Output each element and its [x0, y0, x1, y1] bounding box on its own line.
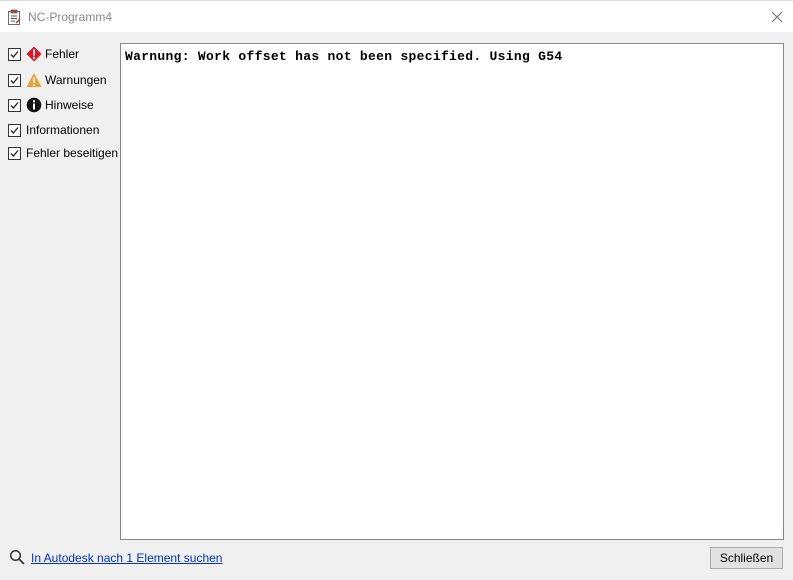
filter-debugging[interactable]: Fehler beseitigen	[8, 144, 118, 162]
error-icon	[26, 46, 42, 62]
dialog-window: NC-Programm4 Fehler Warnungen Hinweise I…	[0, 0, 793, 580]
checkmark-icon	[10, 149, 19, 157]
search-icon	[9, 549, 25, 565]
checkmark-icon	[10, 101, 19, 109]
checkmark-icon	[10, 50, 19, 58]
info-icon	[26, 97, 42, 113]
checkmark-icon	[10, 126, 19, 134]
title-bar: NC-Programm4	[0, 0, 793, 32]
filter-hints-label: Hinweise	[45, 98, 94, 112]
filter-warnings-label: Warnungen	[45, 73, 107, 87]
filter-hints-checkbox[interactable]	[8, 98, 21, 112]
search-autodesk-link[interactable]: In Autodesk nach 1 Element suchen	[31, 551, 222, 565]
filter-errors[interactable]: Fehler	[8, 45, 79, 63]
window-title: NC-Programm4	[28, 10, 113, 24]
filter-warnings-checkbox[interactable]	[8, 73, 21, 87]
close-button[interactable]: Schließen	[710, 547, 783, 569]
filter-hints[interactable]: Hinweise	[8, 96, 94, 114]
filter-information[interactable]: Informationen	[8, 121, 99, 139]
filter-errors-label: Fehler	[45, 47, 80, 61]
close-icon	[771, 11, 783, 22]
filter-information-label: Informationen	[26, 123, 100, 137]
clipboard-icon	[7, 9, 21, 25]
filter-errors-checkbox[interactable]	[8, 47, 21, 61]
filter-warnings[interactable]: Warnungen	[8, 71, 107, 89]
window-close-button[interactable]	[761, 1, 793, 32]
warning-icon	[26, 73, 42, 87]
filter-debugging-label: Fehler beseitigen	[26, 146, 119, 160]
filter-debugging-checkbox[interactable]	[8, 146, 21, 160]
filter-information-checkbox[interactable]	[8, 123, 21, 137]
message-line[interactable]: Warnung: Work offset has not been specif…	[125, 49, 779, 64]
checkmark-icon	[10, 76, 19, 84]
message-list[interactable]: Warnung: Work offset has not been specif…	[120, 43, 784, 540]
